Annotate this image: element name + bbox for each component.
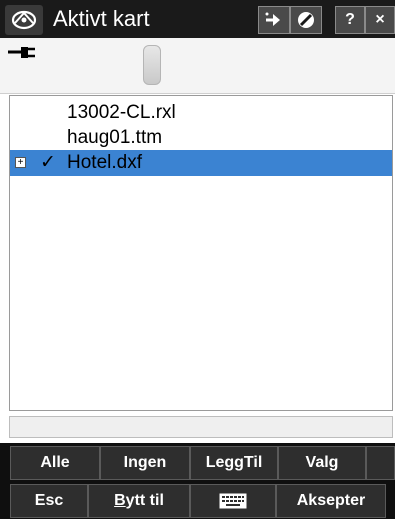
options-button[interactable]: Valg [278,446,366,480]
prohibit-icon[interactable] [290,6,322,34]
switch-to-label: ytt til [125,492,164,509]
esc-button[interactable]: Esc [10,484,88,518]
add-button[interactable]: LeggTil [190,446,278,480]
switch-to-icon[interactable] [258,6,290,34]
accept-button[interactable]: Aksepter [276,484,386,518]
map-file-list[interactable]: 13002-CL.rxl haug01.ttm + ✓ Hotel.dxf [9,95,393,411]
softkey-row-1: Alle Ingen LeggTil Valg [0,443,395,481]
switch-to-button[interactable]: Bytt til [88,484,190,518]
power-plug-icon[interactable] [8,44,38,69]
softkey-row-2: Esc Bytt til Aksepter [0,481,395,519]
title-bar: Aktivt kart ? × [0,0,395,38]
close-button[interactable]: × [365,6,395,34]
list-item-label: 13002-CL.rxl [67,102,176,123]
window-title: Aktivt kart [53,6,150,31]
list-item-label: haug01.ttm [67,127,163,148]
switch-to-mnemonic: B [114,492,126,509]
checkmark-icon[interactable]: ✓ [40,150,56,176]
expand-icon[interactable]: + [15,157,26,168]
select-none-button[interactable]: Ingen [100,446,190,480]
list-item-label: Hotel.dxf [67,152,142,173]
help-button[interactable]: ? [335,6,365,34]
info-bar [9,416,393,438]
status-bar [0,38,395,94]
empty-softkey [366,446,395,480]
controller-icon[interactable] [143,45,161,85]
keyboard-icon [219,493,247,509]
list-item[interactable]: 13002-CL.rxl [10,100,392,126]
keyboard-button[interactable] [190,484,276,518]
select-all-button[interactable]: Alle [10,446,100,480]
list-item[interactable]: haug01.ttm [10,125,392,151]
list-item-selected[interactable]: + ✓ Hotel.dxf [10,150,392,176]
trimble-logo-icon[interactable] [5,5,43,35]
